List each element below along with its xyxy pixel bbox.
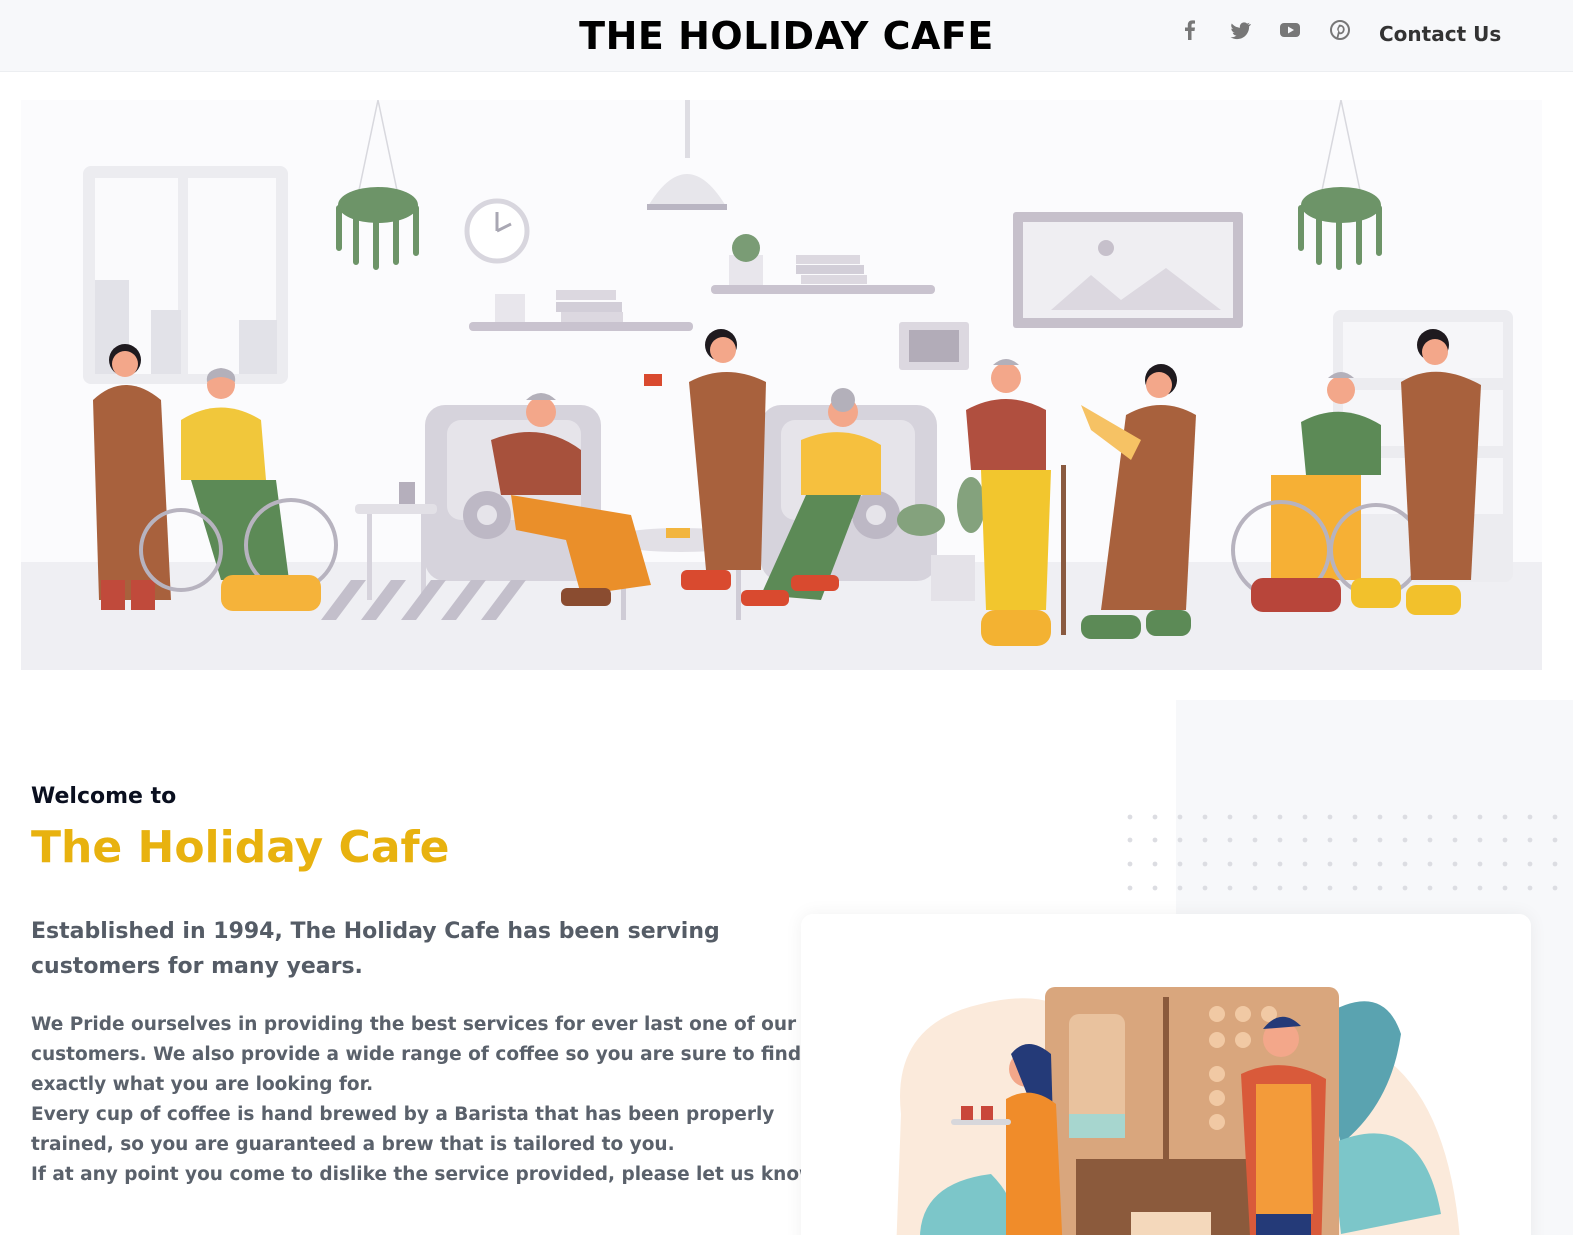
facebook-icon[interactable] (1176, 16, 1204, 44)
youtube-icon[interactable] (1276, 16, 1304, 44)
cafe-name-heading: The Holiday Cafe (31, 822, 450, 873)
barista-illustration-card (801, 914, 1531, 1235)
twitter-icon[interactable] (1226, 16, 1254, 44)
intro-line: trained, so you are guaranteed a brew th… (31, 1134, 675, 1155)
intro-line: Every cup of coffee is hand brewed by a … (31, 1104, 775, 1125)
intro-lead: Established in 1994, The Holiday Cafe ha… (31, 919, 720, 979)
contact-us-link[interactable]: Contact Us (1379, 22, 1501, 46)
intro-line: If at any point you come to dislike the … (31, 1164, 822, 1185)
social-links (1176, 16, 1354, 44)
pinterest-icon[interactable] (1326, 16, 1354, 44)
intro-line: exactly what you are looking for. (31, 1074, 374, 1095)
hero-illustration (21, 100, 1542, 670)
site-header: THE HOLIDAY CAFE Contact Us (0, 0, 1573, 72)
intro-body: We Pride ourselves in providing the best… (31, 1010, 822, 1190)
decorative-dots (1127, 814, 1558, 891)
welcome-heading: Welcome to (31, 784, 177, 809)
intro-line: customers. We also provide a wide range … (31, 1044, 802, 1065)
intro-line: We Pride ourselves in providing the best… (31, 1014, 797, 1035)
